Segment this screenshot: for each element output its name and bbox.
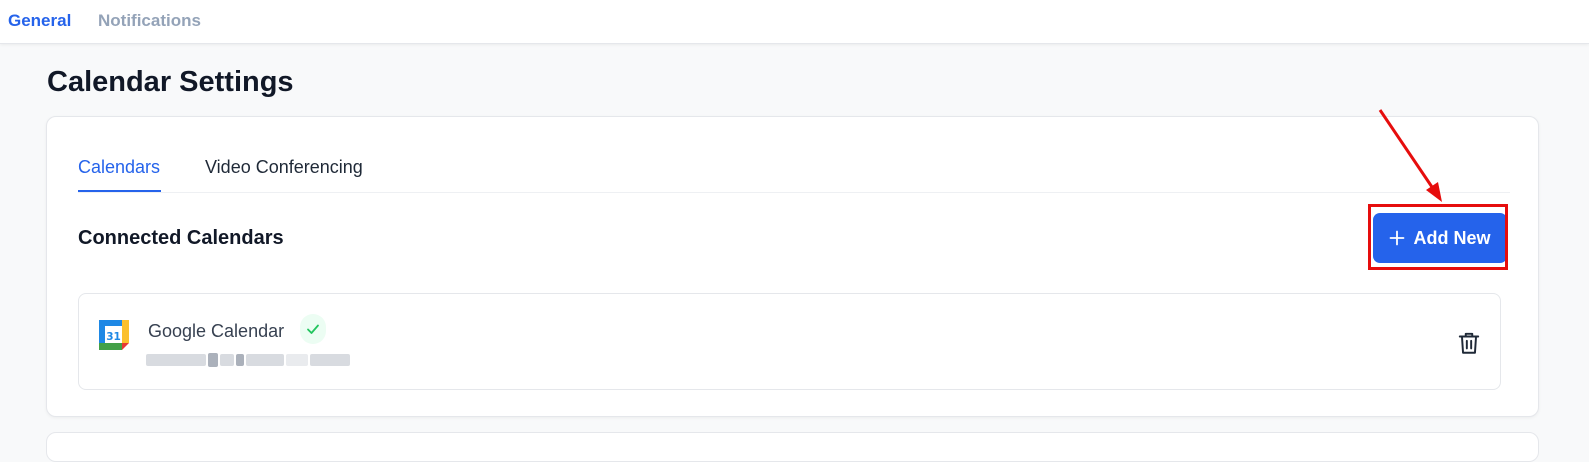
- active-tab-indicator: [78, 190, 161, 192]
- calendar-name: Google Calendar: [148, 321, 285, 341]
- page-title: Calendar Settings: [47, 66, 294, 98]
- calendar-settings-card: Calendars Video Conferencing Connected C…: [46, 116, 1539, 417]
- card-tabs: Calendars Video Conferencing: [78, 117, 1510, 193]
- google-calendar-icon-day: 31: [106, 331, 121, 343]
- calendar-email-redacted: [146, 352, 359, 368]
- check-icon: [307, 324, 319, 334]
- trash-icon[interactable]: [1456, 330, 1482, 356]
- connected-badge: [300, 314, 326, 344]
- tab-general[interactable]: General: [8, 11, 71, 31]
- tab-notifications[interactable]: Notifications: [98, 11, 201, 31]
- tab-calendars[interactable]: Calendars: [78, 157, 160, 178]
- google-calendar-icon: 31: [99, 320, 129, 350]
- tab-video-conferencing[interactable]: Video Conferencing: [205, 157, 363, 178]
- annotation-arrow: [1378, 109, 1442, 202]
- next-card: [46, 432, 1539, 462]
- section-title: Connected Calendars: [78, 227, 284, 249]
- annotation-highlight-box: [1368, 204, 1508, 270]
- top-nav: General Notifications: [0, 0, 1589, 44]
- calendar-list-item: 31 Google Calendar: [78, 293, 1501, 390]
